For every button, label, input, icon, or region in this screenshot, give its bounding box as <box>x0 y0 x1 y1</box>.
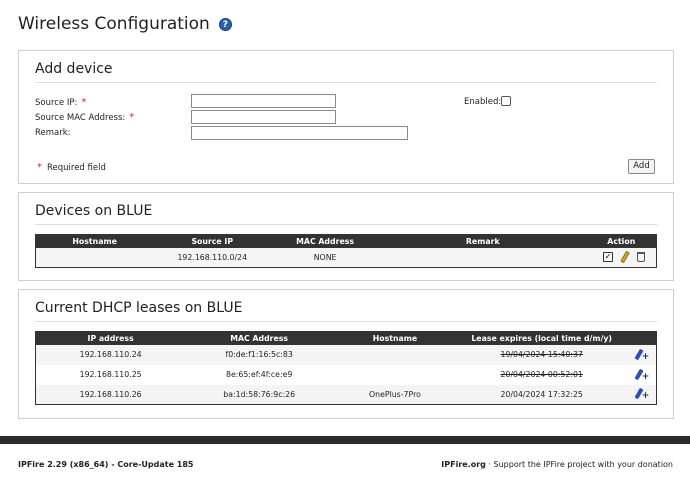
col-hostname: Hostname <box>35 234 154 248</box>
table-row: 192.168.110.24 f0:de:f1:16:5c:83 19/04/2… <box>35 344 657 365</box>
footer-support: IPFire.org · Support the IPFire project … <box>441 460 673 469</box>
lease-mac: ba:1d:58:76:9c:26 <box>185 384 334 405</box>
pencil-icon[interactable] <box>620 251 630 264</box>
devices-title: Devices on BLUE <box>35 203 657 225</box>
col-source-ip: Source IP <box>153 234 272 248</box>
table-row: 192.168.110.26 ba:1d:58:76:9c:26 OnePlus… <box>35 384 657 405</box>
add-lease-icon[interactable]: + <box>634 348 649 361</box>
lease-expires: 19/04/2024 15:40:37 <box>456 344 627 365</box>
lease-add-cell: + <box>626 384 657 405</box>
required-field-note: * Required field <box>37 162 106 173</box>
col-mac-address: MAC Address <box>271 234 379 248</box>
add-button[interactable]: Add <box>628 159 655 174</box>
lease-mac: 8e:65:ef:4f:ce:e9 <box>185 364 334 385</box>
lease-ip: 192.168.110.25 <box>35 364 186 385</box>
trash-icon[interactable] <box>637 252 645 263</box>
col-action: Action <box>586 234 657 248</box>
enabled-checkbox[interactable] <box>501 96 511 106</box>
device-source-ip: 192.168.110.0/24 <box>153 247 272 268</box>
devices-table: Hostname Source IP MAC Address Remark Ac… <box>35 234 657 268</box>
footer-site-link[interactable]: IPFire.org <box>441 460 486 469</box>
col-remark: Remark <box>379 234 587 248</box>
leases-table: IP address MAC Address Hostname Lease ex… <box>35 331 657 405</box>
footer-divider <box>0 436 690 444</box>
lease-ip: 192.168.110.26 <box>35 384 186 405</box>
devices-panel: Devices on BLUE Hostname Source IP MAC A… <box>18 192 674 281</box>
lease-hostname <box>333 364 457 385</box>
table-row: 192.168.110.0/24 NONE ✓ <box>35 247 657 268</box>
enabled-label: Enabled: <box>464 97 502 107</box>
device-actions: ✓ <box>586 247 657 268</box>
add-lease-icon[interactable]: + <box>634 387 649 401</box>
page-title-text: Wireless Configuration <box>18 14 210 34</box>
source-ip-label: Source IP: * <box>35 97 87 108</box>
add-device-panel: Add device Source IP: * Source MAC Addres… <box>18 50 674 184</box>
source-mac-input[interactable] <box>191 110 336 124</box>
footer-version: IPFire 2.29 (x86_64) - Core-Update 185 <box>18 460 194 469</box>
lease-ip: 192.168.110.24 <box>35 344 186 365</box>
lease-mac: f0:de:f1:16:5c:83 <box>185 344 334 365</box>
lease-hostname: OnePlus-7Pro <box>333 384 457 405</box>
col-hostname: Hostname <box>333 331 457 345</box>
device-mac: NONE <box>271 247 379 268</box>
col-ip-address: IP address <box>35 331 186 345</box>
help-icon[interactable]: ? <box>218 17 232 31</box>
lease-add-cell: + <box>626 364 657 385</box>
checkbox-icon[interactable]: ✓ <box>603 252 613 263</box>
source-ip-input[interactable] <box>191 94 336 108</box>
footer-support-text[interactable]: Support the IPFire project with your don… <box>494 460 673 469</box>
footer: IPFire 2.29 (x86_64) - Core-Update 185 I… <box>0 444 690 483</box>
lease-add-cell: + <box>626 344 657 365</box>
page-title: Wireless Configuration ? <box>18 14 232 34</box>
table-row: 192.168.110.25 8e:65:ef:4f:ce:e9 20/04/2… <box>35 364 657 385</box>
leases-title: Current DHCP leases on BLUE <box>35 300 657 322</box>
leases-panel: Current DHCP leases on BLUE IP address M… <box>18 289 674 419</box>
col-lease-expires: Lease expires (local time d/m/y) <box>456 331 627 345</box>
add-lease-icon[interactable]: + <box>634 368 649 381</box>
device-remark <box>379 247 587 268</box>
add-device-title: Add device <box>35 61 657 83</box>
source-mac-label: Source MAC Address: * <box>35 112 135 123</box>
col-edit <box>626 331 657 345</box>
col-mac-address: MAC Address <box>185 331 334 345</box>
lease-expires: 20/04/2024 17:32:25 <box>456 384 627 405</box>
device-hostname <box>35 247 154 268</box>
remark-label: Remark: <box>35 128 71 138</box>
lease-hostname <box>333 344 457 365</box>
remark-input[interactable] <box>191 126 408 140</box>
lease-expires: 20/04/2024 00:52:01 <box>456 364 627 385</box>
